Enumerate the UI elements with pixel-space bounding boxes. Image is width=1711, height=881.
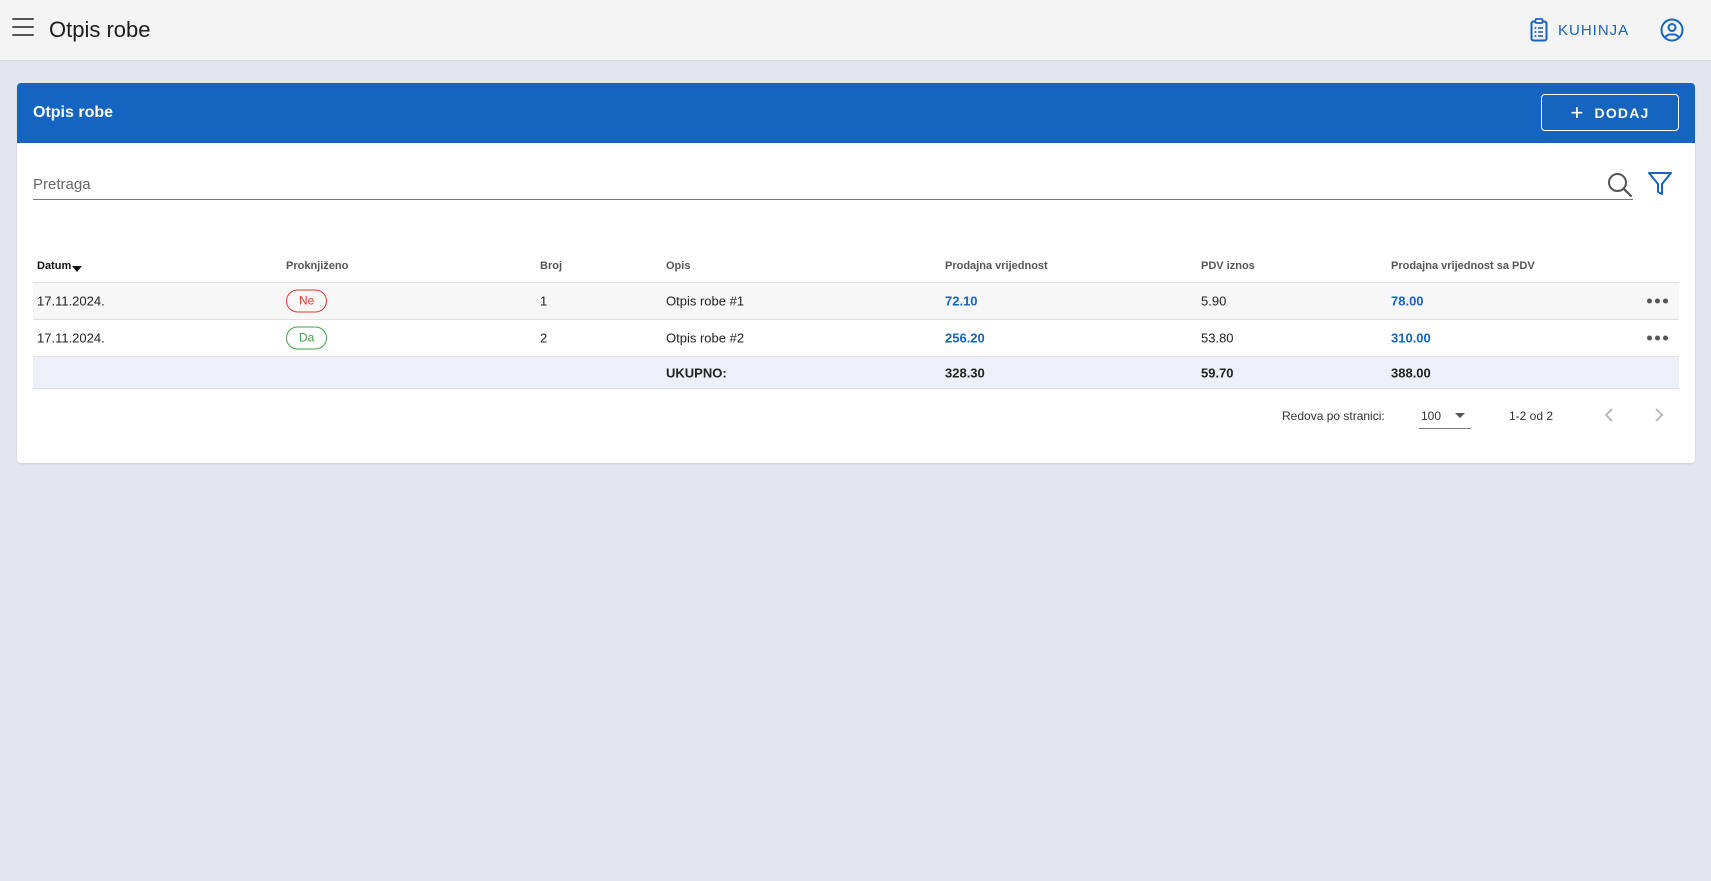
cell-broj: 1 <box>540 293 548 309</box>
column-header-prodajna[interactable]: Prodajna vrijednost <box>945 260 1048 272</box>
cell-prodajna: 72.10 <box>945 293 978 309</box>
cell-opis: Otpis robe #1 <box>666 293 745 309</box>
rows-per-page-value: 100 <box>1421 409 1442 423</box>
cell-prodajna-pdv: 78.00 <box>1391 293 1424 309</box>
card-title: Otpis robe <box>33 104 114 121</box>
table-total-row: UKUPNO: 328.30 59.70 388.00 <box>33 357 1679 389</box>
clipboard-icon <box>1530 18 1548 42</box>
column-header-pdv[interactable]: PDV iznos <box>1201 260 1255 272</box>
table-row[interactable]: 17.11.2024. Ne 1 Otpis robe #1 72.10 5.9… <box>33 283 1679 320</box>
total-prodajna: 328.30 <box>945 365 985 380</box>
more-options-icon[interactable] <box>1647 335 1668 341</box>
total-pdv: 59.70 <box>1201 365 1234 380</box>
top-app-bar: Otpis robe KUHINJA <box>0 0 1711 61</box>
more-options-icon[interactable] <box>1647 298 1668 304</box>
add-button-label: DODAJ <box>1594 104 1650 121</box>
cell-prodajna: 256.20 <box>945 330 985 346</box>
dropdown-arrow-icon <box>1455 413 1465 418</box>
search-icon[interactable] <box>1607 172 1633 198</box>
rows-per-page-label: Redova po stranici: <box>1282 409 1385 423</box>
status-badge: Ne <box>286 289 328 313</box>
cell-datum: 17.11.2024. <box>37 293 105 309</box>
chevron-left-icon[interactable] <box>1599 405 1619 425</box>
chevron-right-icon[interactable] <box>1649 405 1669 425</box>
table-row[interactable]: 17.11.2024. Da 2 Otpis robe #2 256.20 53… <box>33 320 1679 357</box>
status-badge: Da <box>286 326 328 350</box>
column-header-datum[interactable]: Datum <box>37 260 83 272</box>
card-header: Otpis robe + DODAJ <box>17 83 1695 143</box>
search-field <box>33 170 1633 200</box>
cell-prodajna-pdv: 310.00 <box>1391 330 1431 346</box>
column-header-proknjizeno[interactable]: Proknjiženo <box>286 260 348 272</box>
table-header-row: Datum Proknjiženo Broj Opis Prodajna vri… <box>33 243 1679 283</box>
cell-opis: Otpis robe #2 <box>666 330 745 346</box>
column-header-opis[interactable]: Opis <box>666 260 690 272</box>
add-button[interactable]: + DODAJ <box>1541 94 1679 131</box>
otpis-card: Otpis robe + DODAJ Datum Proknjiženo Bro… <box>17 83 1695 463</box>
page-range: 1-2 od 2 <box>1509 409 1554 423</box>
plus-icon: + <box>1570 99 1585 125</box>
cell-broj: 2 <box>540 330 548 346</box>
location-label: KUHINJA <box>1558 21 1630 39</box>
column-header-prodajna-pdv[interactable]: Prodajna vrijednost sa PDV <box>1391 260 1535 272</box>
total-prodajna-pdv: 388.00 <box>1391 365 1431 380</box>
cell-datum: 17.11.2024. <box>37 330 105 346</box>
account-circle-icon[interactable] <box>1660 18 1684 42</box>
rows-per-page-select[interactable]: 100 <box>1419 401 1471 429</box>
sort-down-icon <box>72 266 83 272</box>
search-input[interactable] <box>33 170 1583 198</box>
total-label: UKUPNO: <box>666 365 727 380</box>
otpis-table: Datum Proknjiženo Broj Opis Prodajna vri… <box>33 243 1679 389</box>
column-header-broj[interactable]: Broj <box>540 260 562 272</box>
page-title: Otpis robe <box>49 17 151 42</box>
cell-pdv: 53.80 <box>1201 330 1234 346</box>
pagination: Redova po stranici: 100 1-2 od 2 <box>17 401 1695 431</box>
filter-icon[interactable] <box>1647 171 1673 197</box>
cell-pdv: 5.90 <box>1201 293 1227 309</box>
menu-icon[interactable] <box>12 18 34 40</box>
location-button[interactable]: KUHINJA <box>1530 17 1629 43</box>
